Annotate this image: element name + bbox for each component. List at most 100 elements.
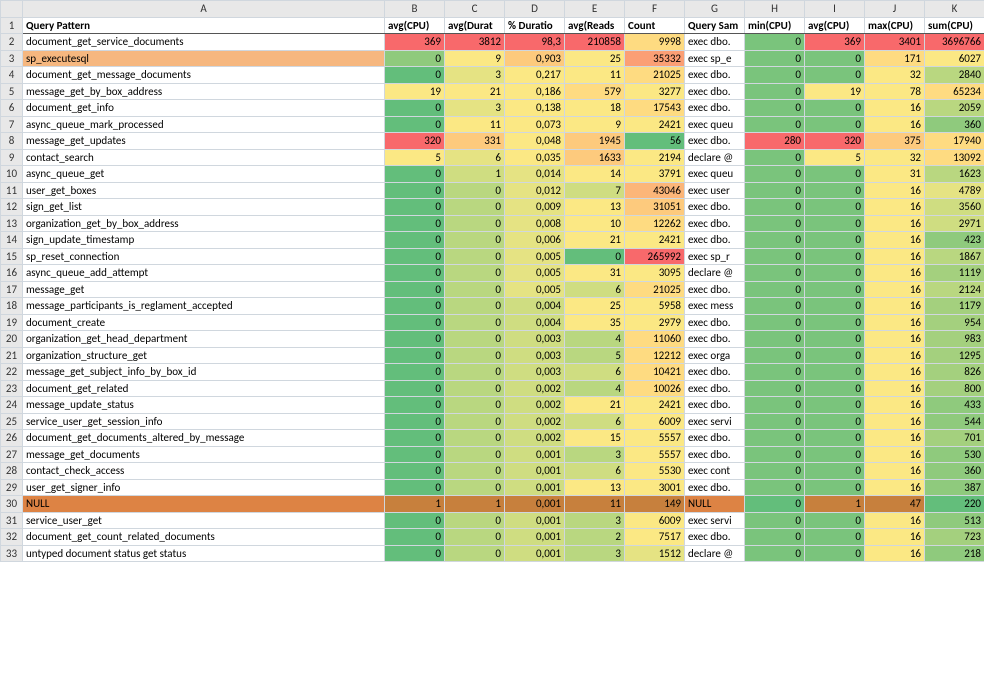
- cell-B3[interactable]: 0: [385, 50, 445, 67]
- cell-E15[interactable]: 0: [565, 248, 625, 265]
- cell-F12[interactable]: 31051: [625, 199, 685, 216]
- cell-F15[interactable]: 265992: [625, 248, 685, 265]
- cell-D8[interactable]: 0,048: [505, 133, 565, 150]
- cell-I25[interactable]: 0: [805, 413, 865, 430]
- cell-E6[interactable]: 18: [565, 100, 625, 117]
- cell-F22[interactable]: 10421: [625, 364, 685, 381]
- cell-D21[interactable]: 0,003: [505, 347, 565, 364]
- cell-J31[interactable]: 16: [865, 512, 925, 529]
- cell-G28[interactable]: exec cont: [685, 463, 745, 480]
- cell-H11[interactable]: 0: [745, 182, 805, 199]
- cell-I21[interactable]: 0: [805, 347, 865, 364]
- cell-B18[interactable]: 0: [385, 298, 445, 315]
- cell-G24[interactable]: exec dbo.: [685, 397, 745, 414]
- cell-B6[interactable]: 0: [385, 100, 445, 117]
- cell-E30[interactable]: 11: [565, 496, 625, 513]
- cell-A3[interactable]: sp_executesql: [23, 50, 385, 67]
- cell-F20[interactable]: 11060: [625, 331, 685, 348]
- cell-D11[interactable]: 0,012: [505, 182, 565, 199]
- cell-G23[interactable]: exec dbo.: [685, 380, 745, 397]
- cell-F9[interactable]: 2194: [625, 149, 685, 166]
- cell-C3[interactable]: 9: [445, 50, 505, 67]
- cell-E13[interactable]: 10: [565, 215, 625, 232]
- cell-B13[interactable]: 0: [385, 215, 445, 232]
- cell-D16[interactable]: 0,005: [505, 265, 565, 282]
- cell-C25[interactable]: 0: [445, 413, 505, 430]
- cell-E29[interactable]: 13: [565, 479, 625, 496]
- cell-D13[interactable]: 0,008: [505, 215, 565, 232]
- cell-K31[interactable]: 513: [925, 512, 984, 529]
- cell-K27[interactable]: 530: [925, 446, 984, 463]
- cell-B4[interactable]: 0: [385, 67, 445, 84]
- cell-G25[interactable]: exec servi: [685, 413, 745, 430]
- cell-K16[interactable]: 1119: [925, 265, 984, 282]
- cell-A27[interactable]: message_get_documents: [23, 446, 385, 463]
- header-cell[interactable]: avg(CPU): [385, 17, 445, 34]
- cell-H5[interactable]: 0: [745, 83, 805, 100]
- header-cell[interactable]: sum(CPU): [925, 17, 984, 34]
- cell-J11[interactable]: 16: [865, 182, 925, 199]
- cell-I12[interactable]: 0: [805, 199, 865, 216]
- column-header-I[interactable]: I: [805, 1, 865, 18]
- header-cell[interactable]: % Duratio: [505, 17, 565, 34]
- cell-F29[interactable]: 3001: [625, 479, 685, 496]
- cell-K17[interactable]: 2124: [925, 281, 984, 298]
- cell-F3[interactable]: 35332: [625, 50, 685, 67]
- cell-G22[interactable]: exec dbo.: [685, 364, 745, 381]
- cell-H32[interactable]: 0: [745, 529, 805, 546]
- cell-B28[interactable]: 0: [385, 463, 445, 480]
- cell-H30[interactable]: 0: [745, 496, 805, 513]
- cell-H31[interactable]: 0: [745, 512, 805, 529]
- row-header-33[interactable]: 33: [1, 545, 23, 562]
- cell-D18[interactable]: 0,004: [505, 298, 565, 315]
- cell-E22[interactable]: 6: [565, 364, 625, 381]
- cell-H6[interactable]: 0: [745, 100, 805, 117]
- cell-H4[interactable]: 0: [745, 67, 805, 84]
- row-header-16[interactable]: 16: [1, 265, 23, 282]
- header-cell[interactable]: min(CPU): [745, 17, 805, 34]
- cell-F17[interactable]: 21025: [625, 281, 685, 298]
- cell-D22[interactable]: 0,003: [505, 364, 565, 381]
- cell-I19[interactable]: 0: [805, 314, 865, 331]
- cell-D3[interactable]: 0,903: [505, 50, 565, 67]
- cell-C17[interactable]: 0: [445, 281, 505, 298]
- cell-I33[interactable]: 0: [805, 545, 865, 562]
- row-header-26[interactable]: 26: [1, 430, 23, 447]
- cell-I13[interactable]: 0: [805, 215, 865, 232]
- cell-E5[interactable]: 579: [565, 83, 625, 100]
- cell-G8[interactable]: exec dbo.: [685, 133, 745, 150]
- cell-F30[interactable]: 149: [625, 496, 685, 513]
- cell-H21[interactable]: 0: [745, 347, 805, 364]
- column-header-J[interactable]: J: [865, 1, 925, 18]
- cell-G32[interactable]: exec dbo.: [685, 529, 745, 546]
- cell-D19[interactable]: 0,004: [505, 314, 565, 331]
- cell-F32[interactable]: 7517: [625, 529, 685, 546]
- cell-A32[interactable]: document_get_count_related_documents: [23, 529, 385, 546]
- cell-J16[interactable]: 16: [865, 265, 925, 282]
- cell-J13[interactable]: 16: [865, 215, 925, 232]
- cell-I32[interactable]: 0: [805, 529, 865, 546]
- cell-I20[interactable]: 0: [805, 331, 865, 348]
- spreadsheet-grid[interactable]: ABCDEFGHIJK1Query Patternavg(CPU)avg(Dur…: [0, 0, 984, 562]
- cell-E3[interactable]: 25: [565, 50, 625, 67]
- cell-J22[interactable]: 16: [865, 364, 925, 381]
- row-header-18[interactable]: 18: [1, 298, 23, 315]
- cell-D6[interactable]: 0,138: [505, 100, 565, 117]
- cell-I17[interactable]: 0: [805, 281, 865, 298]
- cell-A20[interactable]: organization_get_head_department: [23, 331, 385, 348]
- cell-C10[interactable]: 1: [445, 166, 505, 183]
- cell-J26[interactable]: 16: [865, 430, 925, 447]
- row-header-27[interactable]: 27: [1, 446, 23, 463]
- cell-F26[interactable]: 5557: [625, 430, 685, 447]
- cell-A11[interactable]: user_get_boxes: [23, 182, 385, 199]
- row-header-3[interactable]: 3: [1, 50, 23, 67]
- cell-H2[interactable]: 0: [745, 34, 805, 51]
- cell-I4[interactable]: 0: [805, 67, 865, 84]
- cell-I15[interactable]: 0: [805, 248, 865, 265]
- cell-E31[interactable]: 3: [565, 512, 625, 529]
- cell-D24[interactable]: 0,002: [505, 397, 565, 414]
- cell-H22[interactable]: 0: [745, 364, 805, 381]
- cell-K20[interactable]: 983: [925, 331, 984, 348]
- cell-C4[interactable]: 3: [445, 67, 505, 84]
- column-header-B[interactable]: B: [385, 1, 445, 18]
